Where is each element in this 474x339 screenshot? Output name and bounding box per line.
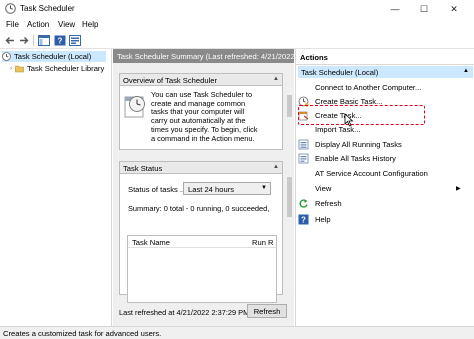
- forward-arrow-icon[interactable]: [18, 35, 30, 46]
- column-task-name[interactable]: Task Name: [132, 238, 170, 247]
- help-icon[interactable]: ?: [54, 35, 66, 46]
- refresh-button[interactable]: Refresh: [247, 304, 287, 318]
- task-list-header: Task Name Run R: [128, 236, 276, 248]
- minimize-button[interactable]: —: [382, 0, 408, 18]
- time-range-select[interactable]: Last 24 hours ▼: [183, 182, 271, 195]
- actions-group-header[interactable]: Task Scheduler (Local) ▲: [298, 66, 473, 78]
- tree-item-label: Task Scheduler (Local): [14, 52, 92, 61]
- collapse-caret-icon[interactable]: ▲: [273, 164, 279, 170]
- mouse-cursor-icon: [344, 113, 354, 127]
- svg-text:?: ?: [58, 37, 63, 46]
- properties-icon[interactable]: [69, 35, 81, 46]
- scrollbar-thumb[interactable]: [287, 95, 292, 117]
- create-task-highlight: [298, 105, 425, 125]
- overview-line: a command in the Action menu.: [151, 133, 255, 143]
- column-run-result[interactable]: Run R: [252, 238, 274, 247]
- action-view[interactable]: View ▶: [298, 181, 468, 195]
- task-status-scrollbar[interactable]: [286, 173, 293, 295]
- task-summary-text: Summary: 0 total - 0 running, 0 succeede…: [128, 204, 270, 213]
- overview-section-header[interactable]: Overview of Task Scheduler ▲: [120, 74, 282, 86]
- collapse-caret-icon[interactable]: ▲: [273, 76, 279, 82]
- menu-bar: File Action View Help: [0, 18, 474, 32]
- task-status-title: Task Status: [123, 164, 163, 173]
- running-tasks-icon: [298, 139, 309, 149]
- svg-text:?: ?: [301, 215, 306, 224]
- tree-item-label: Task Scheduler Library: [27, 64, 105, 73]
- tree-item-task-scheduler-local[interactable]: Task Scheduler (Local): [2, 51, 106, 62]
- submenu-arrow-icon: ▶: [456, 185, 461, 192]
- task-list[interactable]: Task Name Run R: [127, 235, 277, 303]
- time-range-value: Last 24 hours: [188, 185, 235, 194]
- toolbar: ?: [0, 32, 474, 49]
- task-status-header[interactable]: Task Status ▲: [120, 162, 282, 174]
- action-refresh[interactable]: Refresh: [298, 196, 468, 210]
- overview-section: Overview of Task Scheduler ▲ You can use…: [119, 73, 283, 150]
- task-scheduler-illustration-icon: [124, 96, 145, 118]
- status-bar: Creates a customized task for advanced u…: [0, 326, 474, 339]
- maximize-button[interactable]: ☐: [411, 0, 437, 18]
- actions-pane: Actions Task Scheduler (Local) ▲ Connect…: [295, 49, 474, 326]
- overview-scrollbar[interactable]: [286, 87, 293, 149]
- summary-header: Task Scheduler Summary (Last refreshed: …: [113, 49, 294, 63]
- action-label: Help: [315, 214, 331, 224]
- action-display-all-running-tasks[interactable]: Display All Running Tasks: [298, 137, 468, 151]
- action-enable-all-tasks-history[interactable]: Enable All Tasks History: [298, 151, 468, 165]
- close-button[interactable]: ✕: [441, 0, 467, 18]
- scrollbar-thumb[interactable]: [287, 177, 292, 217]
- refresh-icon: [299, 198, 308, 208]
- action-label: View: [315, 183, 332, 193]
- action-help[interactable]: ? Help: [298, 212, 468, 226]
- show-hide-tree-icon[interactable]: [38, 35, 50, 46]
- last-refreshed-text: Last refreshed at 4/21/2022 2:37:29 PM: [119, 308, 250, 317]
- history-icon: [298, 153, 309, 163]
- menu-view[interactable]: View: [58, 20, 75, 29]
- folder-icon: [15, 65, 24, 73]
- action-connect-to-another-computer[interactable]: Connect to Another Computer...: [298, 80, 468, 94]
- menu-help[interactable]: Help: [82, 20, 98, 29]
- action-label: AT Service Account Configuration: [315, 168, 428, 178]
- menu-file[interactable]: File: [6, 20, 19, 29]
- window-title: Task Scheduler: [20, 4, 75, 13]
- status-of-tasks-label: Status of tasks ...: [128, 185, 187, 194]
- toolbar-divider: [33, 35, 34, 46]
- actions-title: Actions: [296, 49, 474, 65]
- summary-pane: Task Scheduler Summary (Last refreshed: …: [113, 49, 294, 326]
- actions-group-label: Task Scheduler (Local): [301, 68, 379, 77]
- task-scheduler-app-icon: [5, 3, 16, 14]
- overview-text: You can use Task Scheduler to create and…: [151, 90, 277, 143]
- chevron-down-icon: ▼: [261, 185, 267, 191]
- action-label: Connect to Another Computer...: [315, 82, 422, 92]
- back-arrow-icon[interactable]: [4, 35, 16, 46]
- action-label: Refresh: [315, 198, 342, 208]
- help-icon: ?: [298, 214, 309, 224]
- collapse-caret-icon[interactable]: ▲: [463, 68, 469, 74]
- overview-title: Overview of Task Scheduler: [123, 76, 217, 85]
- title-bar: Task Scheduler — ☐ ✕: [0, 0, 474, 18]
- action-label: Enable All Tasks History: [315, 153, 396, 163]
- menu-action[interactable]: Action: [27, 20, 49, 29]
- navigation-tree: Task Scheduler (Local) › Task Scheduler …: [0, 49, 112, 326]
- clock-icon: [2, 52, 11, 61]
- tree-item-task-scheduler-library[interactable]: › Task Scheduler Library: [10, 63, 104, 74]
- action-at-service-account-configuration[interactable]: AT Service Account Configuration: [298, 166, 468, 180]
- expand-chevron-icon[interactable]: ›: [10, 66, 12, 72]
- action-label: Display All Running Tasks: [315, 139, 402, 149]
